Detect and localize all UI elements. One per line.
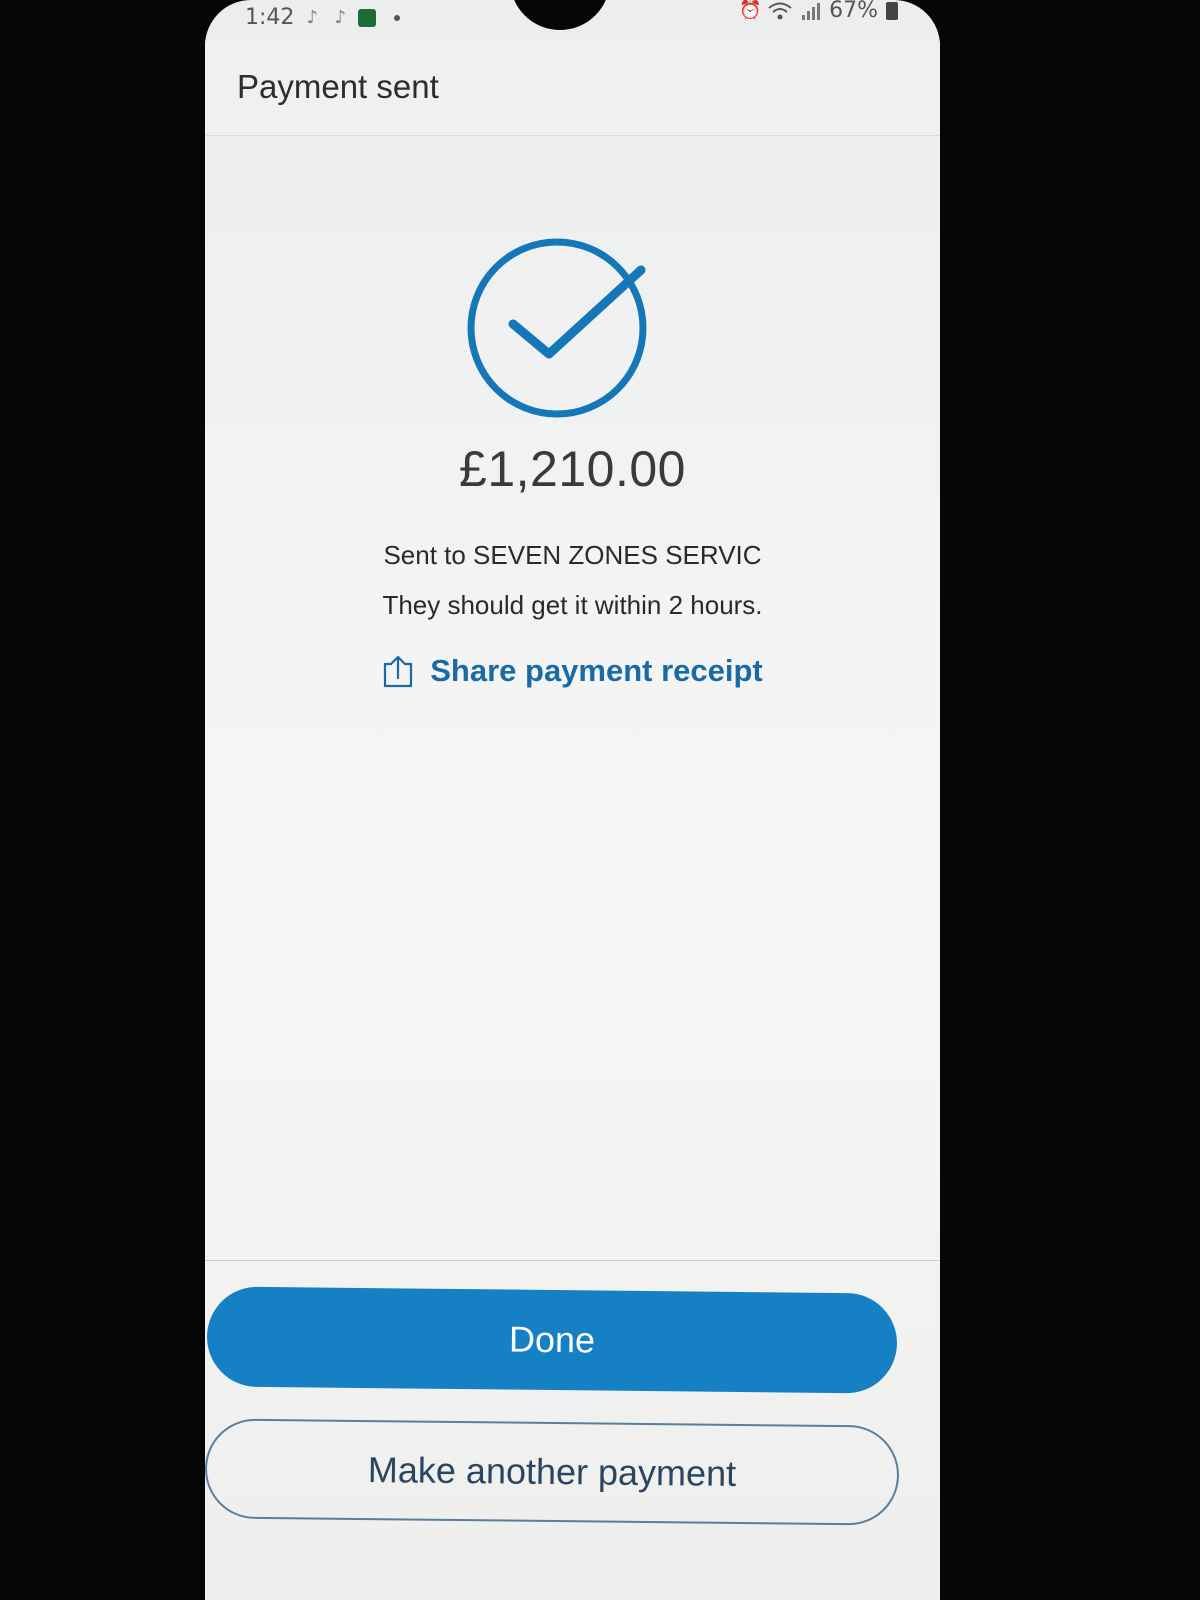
signal-icon [802,2,821,20]
share-receipt-label: Share payment receipt [430,653,763,688]
alarm-icon: ⏰ [739,0,762,21]
status-right: ⏰ 67% [739,0,898,23]
battery-icon [886,1,898,20]
status-time: 1:42 [245,5,295,30]
app-header: Payment sent [205,40,940,136]
phone-screen: 1:42 ♪ ♪ ⏰ 67% Payment sent £1,210.00 Se… [205,0,940,1600]
notification-dot-icon [394,14,401,21]
wifi-icon [768,2,792,19]
tiktok-icon: ♪ [306,6,319,28]
checkmark-circle-icon [467,238,647,418]
tiktok-icon: ♪ [334,6,347,28]
make-another-payment-button[interactable]: Make another payment [205,1418,900,1526]
battery-percent: 67% [829,0,878,23]
recipient-text: Sent to SEVEN ZONES SERVIC [383,540,762,570]
share-icon [384,655,413,688]
page-title: Payment sent [237,68,439,105]
done-button[interactable]: Done [206,1286,898,1394]
status-left: 1:42 ♪ ♪ [245,5,401,30]
payment-amount: £1,210.00 [459,441,686,497]
app-icon [358,8,377,27]
status-bar: 1:42 ♪ ♪ ⏰ 67% [205,0,940,36]
share-receipt-link[interactable]: Share payment receipt [205,653,940,689]
footer-divider [205,1260,940,1261]
eta-text: They should get it within 2 hours. [382,590,763,620]
